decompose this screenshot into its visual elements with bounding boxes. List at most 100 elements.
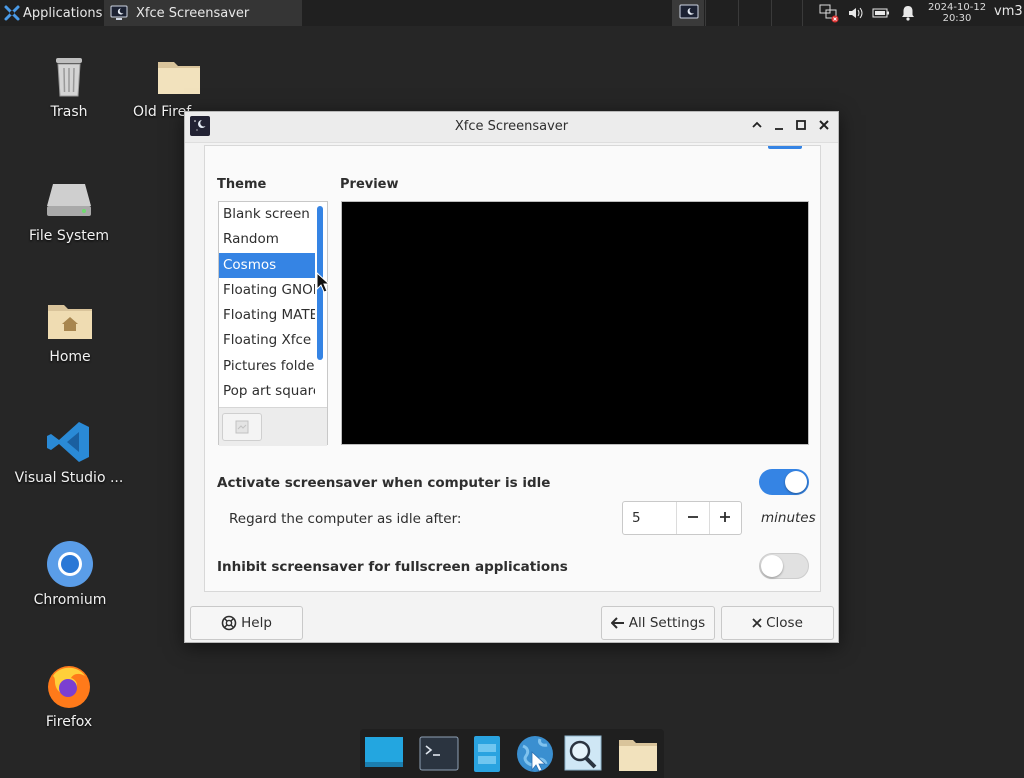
clock-time: 20:30: [942, 13, 972, 24]
drive-icon: [45, 176, 93, 224]
bottom-dock: [360, 729, 664, 778]
configure-icon: [235, 420, 249, 434]
folder-icon: [619, 740, 657, 771]
desktop-icon-label: File System: [28, 228, 110, 244]
preview-label: Preview: [340, 177, 399, 192]
configure-theme-button[interactable]: [222, 413, 262, 441]
theme-item-floating-xfce[interactable]: Floating Xfce: [219, 328, 315, 353]
screensaver-app-icon: [110, 5, 128, 20]
theme-item-cosmos[interactable]: Cosmos: [219, 252, 315, 278]
desktop-icon-label: Chromium: [33, 592, 107, 608]
workspace-3[interactable]: [738, 0, 770, 26]
vscode-icon: [45, 418, 93, 466]
idle-label: Regard the computer as idle after:: [229, 511, 462, 527]
desktop-icon-vscode[interactable]: Visual Studio ...: [9, 418, 129, 486]
clock-date: 2024-10-12: [927, 2, 987, 13]
chevron-up-icon: [752, 121, 762, 128]
theme-item-random[interactable]: Random: [219, 227, 315, 252]
dock-app-finder[interactable]: [562, 734, 604, 774]
minimize-button[interactable]: [770, 118, 788, 136]
volume-icon[interactable]: [845, 0, 867, 26]
chromium-icon: [46, 540, 94, 588]
workspace-1[interactable]: [672, 0, 704, 26]
theme-item-pop-art-squares[interactable]: Pop art squares: [219, 379, 315, 404]
theme-item-blank-screen[interactable]: Blank screen: [219, 202, 315, 227]
help-label: Help: [241, 615, 272, 631]
minimize-icon: [775, 128, 783, 130]
desktop-icon-firefox[interactable]: Firefox: [9, 662, 129, 730]
settings-content: Theme Preview Blank screen Random Cosmos…: [204, 145, 821, 592]
inhibit-label: Inhibit screensaver for fullscreen appli…: [217, 559, 568, 575]
screensaver-app-icon: [679, 4, 699, 19]
applications-label: Applications: [23, 5, 103, 21]
preview-area: [341, 201, 809, 445]
decrement-button[interactable]: [677, 502, 708, 534]
all-settings-button[interactable]: All Settings: [601, 606, 715, 640]
terminal-icon: [419, 736, 459, 771]
screensaver-dialog: Xfce Screensaver Theme Preview Blank scr…: [184, 111, 839, 643]
network-icon[interactable]: [816, 0, 842, 26]
increment-button[interactable]: [708, 502, 741, 534]
dock-web-browser[interactable]: [514, 734, 556, 774]
theme-list-box: Blank screen Random Cosmos Floating GNOM…: [218, 201, 328, 446]
trash-icon: [45, 52, 93, 100]
close-button[interactable]: Close: [721, 606, 834, 640]
desktop-icon-label: Firefox: [45, 714, 93, 730]
maximize-button[interactable]: [792, 118, 810, 136]
toggle-knob: [761, 555, 783, 577]
close-label: Close: [766, 615, 803, 631]
titlebar[interactable]: Xfce Screensaver: [185, 112, 838, 143]
desktop-icon-chromium[interactable]: Chromium: [10, 540, 130, 608]
app-finder-icon: [564, 735, 602, 771]
dock-file-manager[interactable]: [466, 734, 508, 774]
theme-item-floating-gnome[interactable]: Floating GNOME: [219, 278, 315, 303]
taskbar-item-label: Xfce Screensaver: [136, 5, 250, 21]
xfce-logo-icon: [4, 5, 20, 21]
maximize-icon: [796, 120, 806, 130]
activate-toggle[interactable]: [759, 469, 809, 495]
inhibit-toggle[interactable]: [759, 553, 809, 579]
dock-terminal[interactable]: [418, 734, 460, 774]
idle-units-label: minutes: [761, 510, 816, 526]
notifications-icon[interactable]: [897, 0, 919, 26]
desktop-icon-home[interactable]: Home: [10, 297, 130, 365]
battery-icon[interactable]: [870, 0, 892, 26]
theme-list-toolbar: [219, 407, 327, 446]
desktop-icon-label: Visual Studio ...: [14, 470, 124, 486]
minus-icon: [687, 516, 698, 518]
workspace-2[interactable]: [705, 0, 737, 26]
file-manager-icon: [474, 736, 500, 772]
theme-item-floating-mate[interactable]: Floating MATE: [219, 303, 315, 328]
dock-folder[interactable]: [617, 734, 659, 774]
user-menu[interactable]: vm3: [994, 4, 1023, 19]
desktop-icon-label: Trash: [50, 104, 88, 120]
theme-label: Theme: [217, 177, 267, 192]
top-panel: Applications Xfce Screensaver 2024-10-12…: [0, 0, 1024, 26]
desktop-icon-file-system[interactable]: File System: [9, 176, 129, 244]
all-settings-label: All Settings: [628, 615, 706, 631]
folder-icon: [156, 52, 200, 100]
help-icon: [221, 615, 237, 631]
desktop-icon-label: Home: [49, 349, 91, 365]
help-button[interactable]: Help: [190, 606, 303, 640]
idle-time-spinbutton[interactable]: 5: [622, 501, 742, 535]
window-title: Xfce Screensaver: [454, 119, 569, 134]
idle-time-value[interactable]: 5: [623, 502, 678, 534]
taskbar-item-screensaver[interactable]: Xfce Screensaver: [104, 0, 302, 26]
scroll-indicator: [768, 146, 802, 149]
theme-item-pictures-folder[interactable]: Pictures folder: [219, 354, 315, 379]
close-window-button[interactable]: [815, 118, 833, 136]
mouse-cursor-icon: [316, 272, 330, 293]
theme-list[interactable]: Blank screen Random Cosmos Floating GNOM…: [219, 202, 315, 407]
dock-show-desktop[interactable]: [363, 734, 405, 774]
applications-menu[interactable]: Applications: [0, 0, 107, 26]
collapse-button[interactable]: [748, 118, 766, 136]
web-browser-icon: [517, 736, 553, 772]
clock[interactable]: 2024-10-12 20:30: [924, 2, 990, 24]
desktop-icon-old-firefox[interactable]: Old Firef: [120, 52, 200, 120]
close-icon: [752, 618, 762, 628]
desktop-icon-trash[interactable]: Trash: [9, 52, 129, 120]
home-folder-icon: [46, 297, 94, 345]
workspace-4[interactable]: [771, 0, 803, 26]
activate-label: Activate screensaver when computer is id…: [217, 475, 551, 491]
